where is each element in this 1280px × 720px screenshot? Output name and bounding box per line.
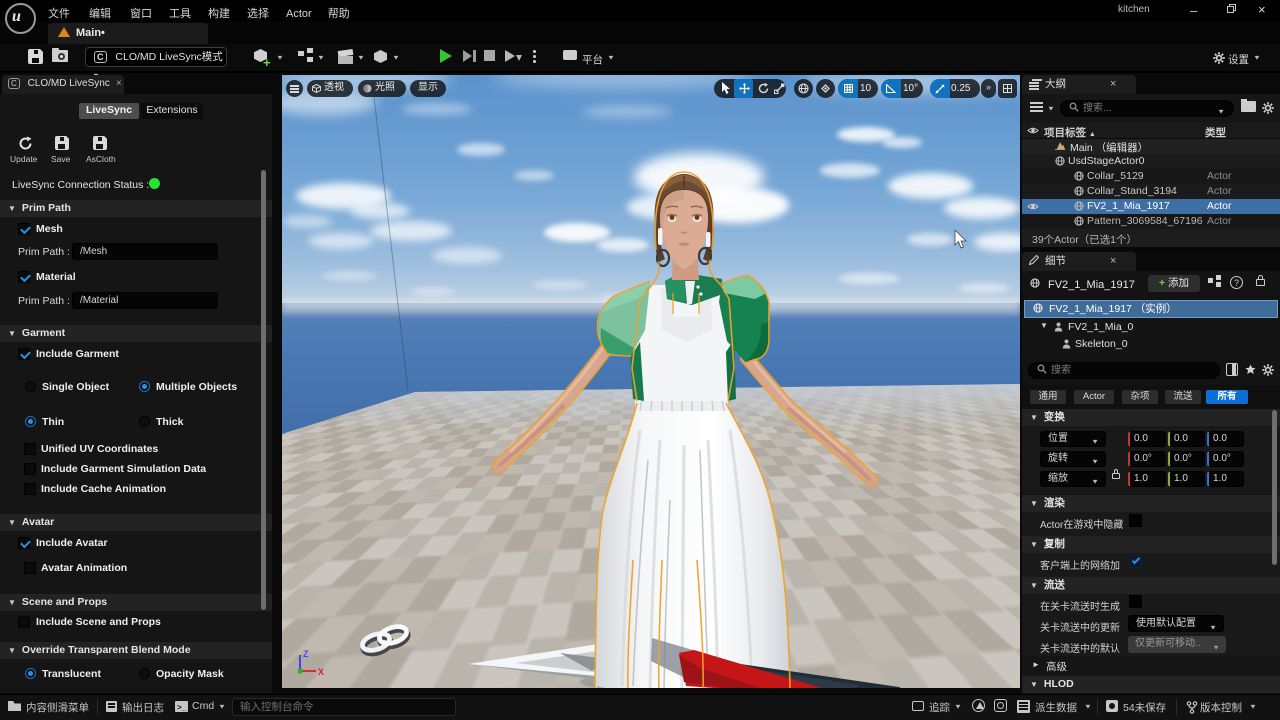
svg-text:X: X (318, 667, 324, 677)
svg-text:Z: Z (303, 649, 309, 659)
